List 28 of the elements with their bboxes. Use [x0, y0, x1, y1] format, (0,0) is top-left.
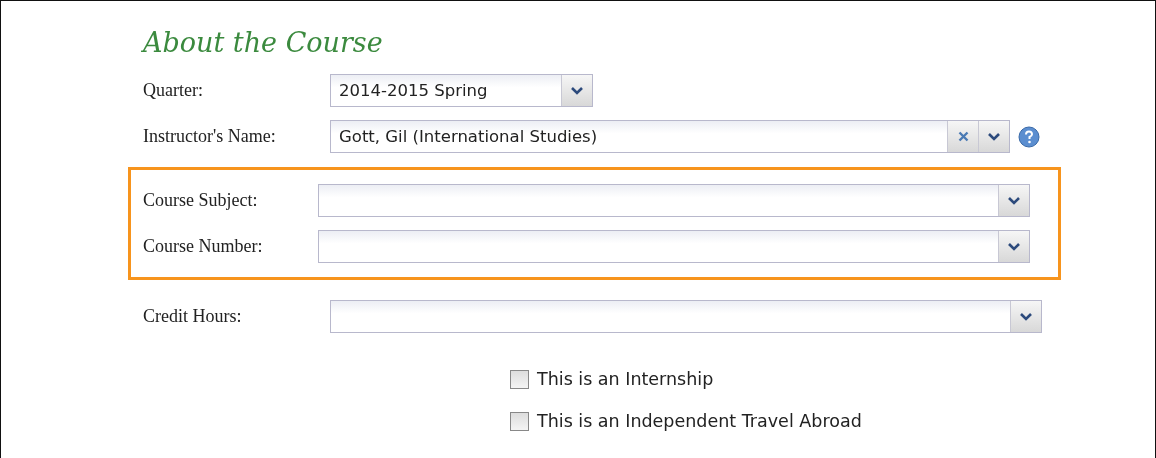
- checkbox[interactable]: [510, 411, 529, 431]
- section-title: About the Course: [143, 27, 383, 58]
- dropdown-field[interactable]: [318, 230, 1030, 263]
- dropdown-button[interactable]: [998, 185, 1029, 216]
- checkbox-label: This is an Independent Travel Abroad: [537, 411, 862, 431]
- dropdown-field[interactable]: 2014-2015 Spring: [330, 74, 593, 107]
- caret-icon: [1008, 242, 1020, 251]
- clear-button[interactable]: [947, 121, 978, 152]
- caret-icon: [1008, 196, 1020, 205]
- checkbox[interactable]: [510, 369, 529, 389]
- field-label: Credit Hours:: [143, 306, 243, 327]
- caret-icon: [1020, 312, 1032, 321]
- dropdown-field[interactable]: [318, 184, 1030, 217]
- caret-icon: [571, 86, 583, 95]
- caret-icon: [988, 132, 1000, 141]
- field-label: Quarter:: [143, 80, 204, 101]
- dropdown-button[interactable]: [978, 121, 1009, 152]
- field-label: Instructor's Name:: [143, 126, 277, 147]
- combo-box[interactable]: Gott, Gil (International Studies): [330, 120, 1010, 153]
- dropdown-button[interactable]: [998, 231, 1029, 262]
- help-icon[interactable]: [1018, 125, 1040, 148]
- checkbox-label: This is an Internship: [537, 369, 714, 389]
- field-label: Course Number:: [143, 236, 264, 257]
- close-icon: [957, 131, 969, 142]
- dropdown-field[interactable]: [330, 300, 1042, 333]
- field-label: Course Subject:: [143, 190, 259, 211]
- dropdown-button[interactable]: [1010, 301, 1041, 332]
- dropdown-button[interactable]: [561, 75, 592, 106]
